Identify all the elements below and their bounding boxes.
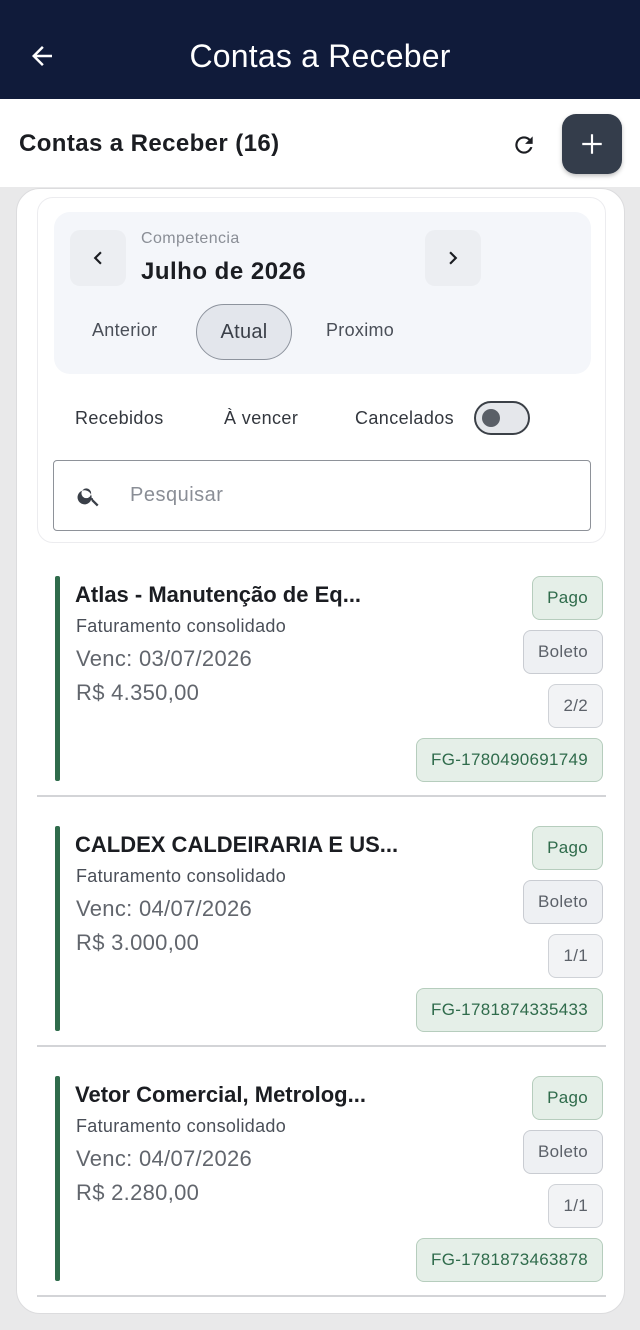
invoice-code-badge: FG-1781874335433 — [416, 988, 603, 1032]
receivable-item[interactable]: CALDEX CALDEIRARIA E US... Faturamento c… — [37, 810, 606, 1047]
invoice-code-badge: FG-1781873463878 — [416, 1238, 603, 1282]
status-badge: Pago — [532, 826, 603, 870]
status-bar — [55, 826, 60, 1031]
refresh-button[interactable] — [504, 125, 544, 165]
status-bar — [55, 576, 60, 781]
installment-badge: 2/2 — [548, 684, 603, 728]
toggle-knob — [482, 409, 500, 427]
period-atual[interactable]: Atual — [196, 304, 292, 360]
competencia-selector: Competencia Julho de 2026 Anterior Atual… — [54, 212, 591, 374]
chevron-right-icon — [449, 251, 458, 265]
filter-recebidos[interactable]: Recebidos — [75, 408, 164, 429]
competencia-label: Competencia — [141, 230, 240, 247]
page-title: Contas a Receber (16) — [19, 130, 280, 157]
chevron-left-icon — [93, 251, 102, 265]
item-title: Atlas - Manutenção de Eq... — [75, 582, 362, 607]
filter-a-vencer[interactable]: À vencer — [224, 408, 298, 429]
payment-method-badge: Boleto — [522, 630, 603, 674]
item-due-date: Venc: 03/07/2026 — [76, 646, 253, 671]
status-badge: Pago — [532, 576, 603, 620]
receivable-item[interactable]: Vetor Comercial, Metrolog... Faturamento… — [37, 1060, 606, 1297]
previous-month-button[interactable] — [70, 230, 126, 286]
item-due-date: Venc: 04/07/2026 — [76, 1146, 253, 1171]
app-header: Contas a Receber — [0, 0, 640, 99]
item-amount: R$ 4.350,00 — [76, 680, 200, 705]
installment-badge: 1/1 — [548, 1184, 603, 1228]
competencia-value: Julho de 2026 — [141, 258, 307, 285]
status-badge: Pago — [532, 1076, 603, 1120]
search-input[interactable] — [130, 461, 570, 529]
status-bar — [55, 1076, 60, 1281]
receivable-item[interactable]: Atlas - Manutenção de Eq... Faturamento … — [37, 560, 606, 797]
item-subtitle: Faturamento consolidado — [76, 616, 287, 636]
item-title: Vetor Comercial, Metrolog... — [75, 1082, 366, 1107]
invoice-code-badge: FG-1780490691749 — [416, 738, 603, 782]
next-month-button[interactable] — [425, 230, 481, 286]
period-anterior[interactable]: Anterior — [92, 320, 157, 341]
item-amount: R$ 2.280,00 — [76, 1180, 200, 1205]
payment-method-badge: Boleto — [522, 880, 603, 924]
filter-card: Competencia Julho de 2026 Anterior Atual… — [37, 197, 606, 543]
search-field[interactable] — [53, 460, 591, 531]
content-panel: Competencia Julho de 2026 Anterior Atual… — [16, 188, 625, 1314]
item-subtitle: Faturamento consolidado — [76, 866, 287, 886]
search-icon — [77, 488, 99, 507]
item-due-date: Venc: 04/07/2026 — [76, 896, 253, 921]
plus-icon — [582, 134, 602, 154]
cancelados-toggle[interactable] — [474, 401, 530, 435]
payment-method-badge: Boleto — [522, 1130, 603, 1174]
add-button[interactable] — [562, 114, 622, 174]
filter-cancelados-label: Cancelados — [355, 408, 455, 428]
refresh-icon — [515, 136, 533, 154]
item-title: CALDEX CALDEIRARIA E US... — [75, 832, 399, 857]
item-subtitle: Faturamento consolidado — [76, 1116, 287, 1136]
installment-badge: 1/1 — [548, 934, 603, 978]
header-title: Contas a Receber — [189, 38, 451, 74]
item-amount: R$ 3.000,00 — [76, 930, 200, 955]
period-proximo[interactable]: Proximo — [326, 320, 394, 341]
